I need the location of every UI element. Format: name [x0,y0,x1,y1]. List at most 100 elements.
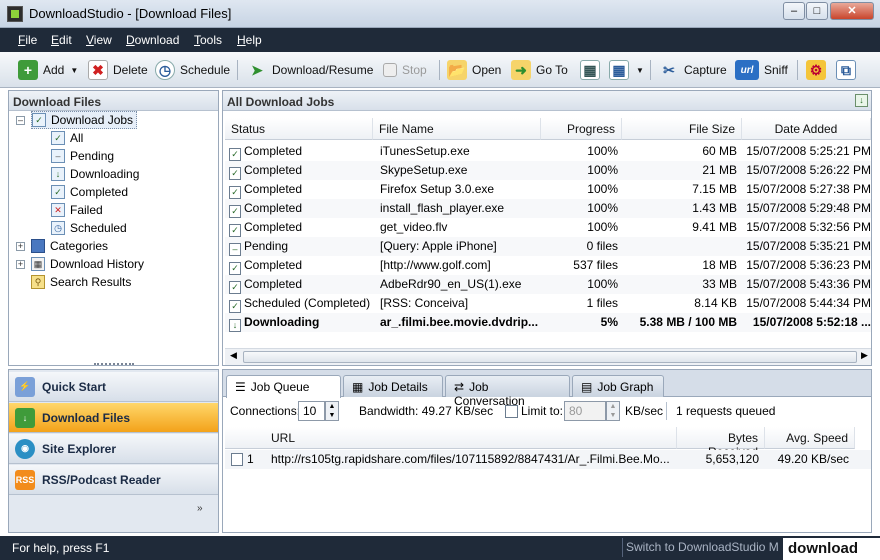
expand-toggle[interactable]: + [16,260,25,269]
limit-field[interactable]: 80 [564,401,606,421]
sniff-button[interactable]: url Sniff [735,58,788,82]
expand-toggle[interactable]: + [16,242,25,251]
tree-completed[interactable]: ✓ Completed [51,183,128,201]
maximize-button[interactable]: □ [806,2,828,20]
tab-job-queue[interactable]: ☰ Job Queue [226,375,341,398]
minimize-button[interactable]: – [783,2,805,20]
tab-job-graph[interactable]: ▤ Job Graph [572,375,664,397]
menu-edit[interactable]: Edit [51,33,72,47]
view-columns-button[interactable]: ▦ ▼ [609,58,644,82]
menu-view[interactable]: View [86,33,112,47]
col-url[interactable]: URL [225,427,677,449]
nav-quick-start[interactable]: ⚡ Quick Start [9,372,218,402]
download-resume-button[interactable]: ➤ Download/Resume [247,58,373,82]
horizontal-scrollbar[interactable]: ◀ ▶ [225,348,871,365]
chevron-down-icon[interactable]: » [197,503,203,514]
tree-failed[interactable]: ✕ Failed [51,201,103,219]
limit-unit: KB/sec [625,404,664,418]
connections-stepper[interactable]: ▲ ▼ [325,401,339,421]
scrollbar-thumb[interactable] [243,351,857,363]
pane-header: Download Files [9,91,218,111]
tree-pending[interactable]: – Pending [51,147,114,165]
job-name: ar_.filmi.bee.movie.dvdrip... [380,315,539,329]
open-button[interactable]: 📂 Open [447,58,501,82]
job-row[interactable]: ✓ Completed install_flash_player.exe 100% 1.… [225,199,871,218]
tree-scheduled[interactable]: ◷ Scheduled [51,219,127,237]
job-progress: 1 files [586,296,618,310]
job-date: 15/07/2008 5:36:23 PM [746,258,871,272]
tab-job-conversation[interactable]: ⇄ Job Conversation [445,375,570,408]
requests-queued-text: 1 requests queued [676,404,776,418]
go-to-button[interactable]: ➜ Go To [511,58,568,82]
job-row[interactable]: ✓ Completed SkypeSetup.exe 100% 21 MB 15/07/2… [225,161,871,180]
nav-site-explorer[interactable]: ◉ Site Explorer [9,434,218,464]
job-row[interactable]: ✓ Completed iTunesSetup.exe 100% 60 MB 15/07/… [225,142,871,161]
col-file-size[interactable]: File Size [622,118,742,140]
nav-download-files[interactable]: ↓ Download Files [9,403,218,433]
col-avg-speed[interactable]: Avg. Speed [765,427,855,449]
title-bar: DownloadStudio - [Download Files] – □ ✕ [0,0,880,28]
tab-job-details[interactable]: ▦ Job Details [343,375,443,397]
job-progress: 0 files [586,239,618,253]
col-bytes-received[interactable]: Bytes Received [677,427,765,459]
dropdown-arrow-icon[interactable]: ▼ [70,66,78,75]
col-status[interactable]: Status [225,118,373,140]
capture-button[interactable]: ✂ Capture [659,58,727,82]
collapse-toggle[interactable]: – [16,116,25,125]
status-text: Completed [244,163,303,177]
tree-all[interactable]: ✓ All [51,129,83,147]
tree-search-results[interactable]: ⚲ Search Results [31,273,131,291]
job-date: 15/07/2008 5:52:18 ... [752,315,871,329]
window-button[interactable]: ⧉ [836,58,861,82]
toolbar-separator [237,60,238,80]
col-date-added[interactable]: Date Added [742,118,871,140]
scroll-right-icon[interactable]: ▶ [861,350,868,361]
settings-button[interactable]: ⚙ [806,58,831,82]
col-file-name[interactable]: File Name [373,118,541,140]
job-progress: 100% [587,277,618,291]
job-row[interactable]: ✓ Completed [http://www.golf.com] 537 files… [225,256,871,275]
delete-button[interactable]: ✖ Delete [88,58,148,82]
menu-file[interactable]: File [18,33,37,47]
status-text: Completed [244,277,303,291]
job-row[interactable]: ✓ Completed get_video.flv 100% 9.41 MB 15/07/… [225,218,871,237]
job-row[interactable]: – Pending [Query: Apple iPhone] 0 files 15/0… [225,237,871,256]
menu-help[interactable]: Help [237,33,262,47]
menu-tools[interactable]: Tools [194,33,222,47]
tree-categories[interactable]: Categories [31,237,108,255]
tree-download-jobs[interactable]: ✓ Download Jobs [31,111,138,129]
refresh-icon[interactable]: ↓ [855,94,868,107]
switch-mode-text[interactable]: Switch to DownloadStudio M [626,540,779,554]
queue-row[interactable]: 1 http://rs105tg.rapidshare.com/files/107… [225,450,871,469]
job-row[interactable]: ✓ Scheduled (Completed) [RSS: Conceiva] 1 f… [225,294,871,313]
job-row[interactable]: ↓ Downloading ar_.filmi.bee.movie.dvdrip..… [225,313,871,332]
job-row[interactable]: ✓ Completed Firefox Setup 3.0.exe 100% 7.15 … [225,180,871,199]
queue-speed: 49.20 KB/sec [777,452,849,466]
splitter-grip[interactable] [94,363,134,366]
job-progress: 100% [587,201,618,215]
tree-downloading[interactable]: ↓ Downloading [51,165,139,183]
connections-field[interactable]: 10 [298,401,325,421]
gear-icon: ⚙ [806,60,826,80]
job-size: 7.15 MB [692,182,737,196]
stop-button[interactable]: Stop [383,58,427,82]
scroll-left-icon[interactable]: ◀ [230,350,237,361]
job-status: ✓ Completed [229,258,371,275]
status-icon: ✓ [229,186,241,199]
add-button[interactable]: + Add ▼ [18,58,78,82]
menu-download[interactable]: Download [126,33,179,47]
close-button[interactable]: ✕ [830,2,874,20]
limit-stepper[interactable]: ▲ ▼ [606,401,620,421]
job-tabs: ☰ Job Queue ▦ Job Details ⇄ Job Conversatio… [223,370,871,408]
dropdown-arrow-icon[interactable]: ▼ [636,66,644,75]
nav-rss-podcast-reader[interactable]: RSS RSS/Podcast Reader [9,465,218,495]
tree-download-history[interactable]: ▦ Download History [31,255,144,273]
col-progress[interactable]: Progress [541,118,622,140]
job-row[interactable]: ✓ Completed AdbeRdr90_en_US(1).exe 100% 33 M… [225,275,871,294]
document-icon [231,453,243,466]
job-size: 60 MB [702,144,737,158]
limit-checkbox[interactable] [505,405,518,418]
properties-button[interactable]: ▦ [580,58,605,82]
job-name: iTunesSetup.exe [380,144,470,158]
schedule-button[interactable]: ◷ Schedule [155,58,230,82]
